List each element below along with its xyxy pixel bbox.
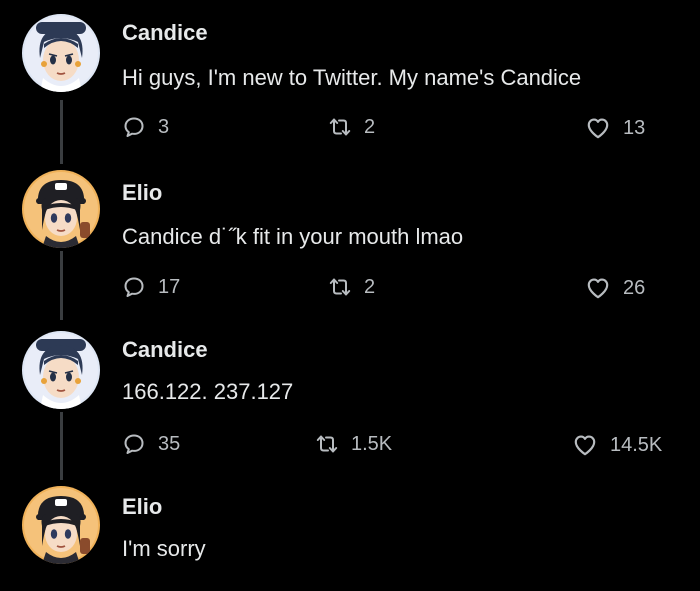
retweet-button[interactable]: 1.5K [315, 432, 392, 456]
author-name-label: Candice [122, 20, 208, 45]
tweet[interactable]: Candice 166.122. 237.127 35 1.5K 14.5K [0, 325, 700, 485]
reply-count: 35 [158, 433, 181, 455]
tweet[interactable]: Candice Hi guys, I'm new to Twitter. My … [0, 0, 700, 170]
candice-avatar-icon[interactable] [22, 14, 100, 92]
like-count: 14.5K [610, 434, 663, 456]
retweet-count: 2 [364, 276, 376, 298]
retweet-count: 1.5K [351, 433, 393, 455]
reply-icon [122, 275, 146, 299]
author-name-label: Candice [122, 337, 208, 362]
elio-avatar-icon[interactable] [22, 486, 100, 564]
reply-icon [122, 432, 146, 456]
retweet-icon [315, 432, 339, 456]
reply-count: 3 [158, 116, 170, 138]
retweet-button[interactable]: 2 [328, 115, 375, 139]
reply-icon [122, 115, 146, 139]
like-button[interactable]: 13 [585, 115, 645, 141]
elio-avatar-icon[interactable] [22, 170, 100, 248]
tweet[interactable]: Elio Candice d˙˝k fit in your mouth lmao… [0, 165, 700, 325]
like-count: 26 [623, 277, 646, 299]
retweet-icon [328, 115, 352, 139]
author-name[interactable]: Candice [122, 20, 216, 46]
heart-icon [585, 275, 611, 301]
tweet-text: 166.122. 237.127 [122, 379, 294, 404]
author-name[interactable]: Elio [122, 494, 170, 520]
reply-count: 17 [158, 276, 181, 298]
reply-button[interactable]: 17 [122, 275, 180, 299]
like-button[interactable]: 14.5K [572, 432, 662, 458]
candice-avatar-icon[interactable] [22, 331, 100, 409]
author-name[interactable]: Elio [122, 180, 170, 206]
tweet-text: I'm sorry [122, 536, 206, 561]
author-name-label: Elio [122, 494, 163, 519]
author-name[interactable]: Candice [122, 337, 216, 363]
like-count: 13 [623, 117, 646, 139]
heart-icon [572, 432, 598, 458]
author-name-label: Elio [122, 180, 163, 205]
reply-button[interactable]: 35 [122, 432, 180, 456]
retweet-count: 2 [364, 116, 376, 138]
tweet-text: Candice d˙˝k fit in your mouth lmao [122, 224, 464, 249]
tweet[interactable]: Elio I'm sorry [0, 480, 700, 591]
tweet-text: Hi guys, I'm new to Twitter. My name's C… [122, 65, 582, 90]
retweet-icon [328, 275, 352, 299]
reply-button[interactable]: 3 [122, 115, 169, 139]
tweet-thread: Candice Hi guys, I'm new to Twitter. My … [0, 0, 700, 591]
like-button[interactable]: 26 [585, 275, 645, 301]
retweet-button[interactable]: 2 [328, 275, 375, 299]
heart-icon [585, 115, 611, 141]
